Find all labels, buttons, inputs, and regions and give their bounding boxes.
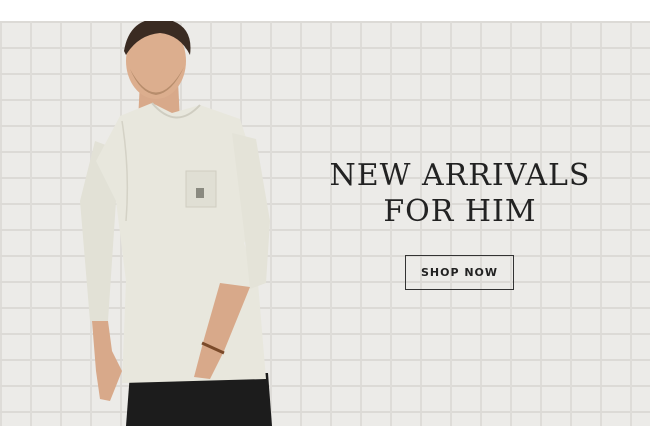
headline: NEW ARRIVALS FOR HIM <box>300 158 620 230</box>
hero-banner: NEW ARRIVALS FOR HIM SHOP NOW <box>0 21 650 426</box>
shop-now-button[interactable]: SHOP NOW <box>405 255 514 290</box>
model-pocket-label <box>196 188 204 198</box>
model-photo <box>80 21 272 426</box>
headline-line-2: FOR HIM <box>383 194 537 229</box>
headline-line-1: NEW ARRIVALS <box>329 158 591 193</box>
model-left-hand <box>92 321 122 401</box>
